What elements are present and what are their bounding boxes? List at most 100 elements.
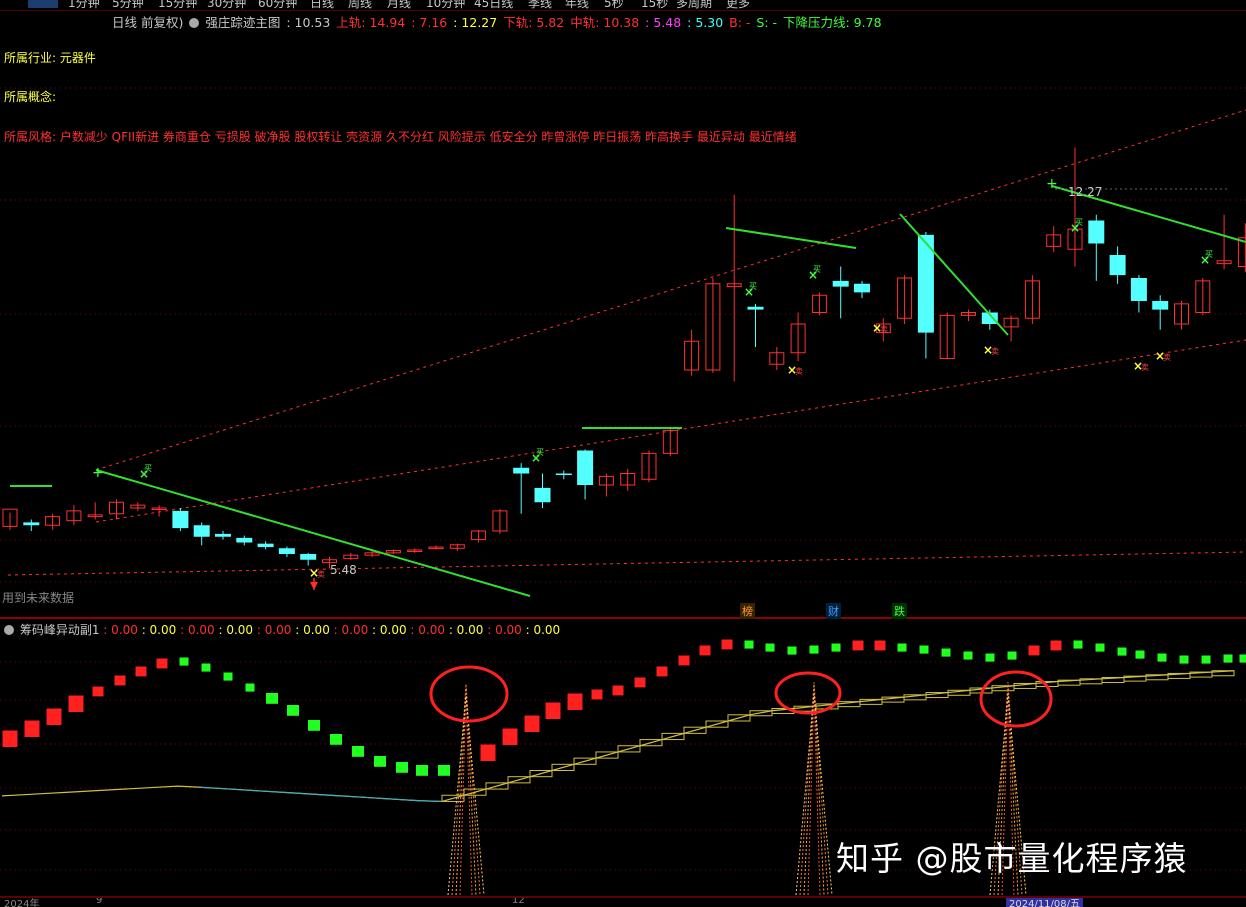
momentum-dot (92, 686, 104, 697)
sub-indicator-values: : 0.00 : 0.00 : 0.00 : 0.00 : 0.00 : 0.0… (103, 623, 560, 637)
candle-body (1130, 278, 1147, 301)
momentum-dot (744, 640, 754, 649)
momentum-dot (634, 677, 646, 688)
industry-label: 所属行业: (4, 51, 57, 65)
candle-body (23, 522, 40, 526)
watermark-text: 知乎 @股市量化程序猿 (836, 839, 1188, 878)
period-tab[interactable]: 1分钟 (68, 0, 100, 10)
momentum-dot (330, 734, 342, 745)
cross-marker-icon: + (1046, 176, 1058, 192)
momentum-dot (809, 645, 819, 654)
period-tab[interactable]: 30分钟 (207, 0, 246, 10)
momentum-dot (985, 653, 995, 662)
future-data-note: 用到未来数据 (2, 591, 75, 605)
high-price-label: 12.27 (1068, 185, 1103, 199)
sub-indicator-value: : 0.00 (176, 623, 215, 637)
event-marker-rank[interactable]: 榜 (740, 603, 755, 619)
middle-channel-line (95, 339, 1246, 523)
sub-indicator-toggle-icon[interactable] (4, 625, 14, 635)
momentum-dot (1135, 650, 1145, 659)
period-tab[interactable]: 多周期 (676, 0, 712, 10)
indicator-toggle-icon[interactable] (189, 18, 200, 28)
period-tab[interactable]: 月线 (387, 0, 411, 10)
sub-indicator-value: : 0.00 (329, 623, 369, 637)
period-tab[interactable]: 5分钟 (112, 0, 144, 10)
momentum-dot (135, 666, 147, 677)
momentum-dot (591, 689, 603, 700)
momentum-dot (1050, 640, 1062, 651)
momentum-dot (502, 728, 518, 745)
momentum-dot (1028, 645, 1040, 656)
momentum-dot (223, 672, 233, 681)
indicator-value: 中轨: 10.38 (570, 15, 644, 30)
indicator-value: 下降压力线: 9.78 (783, 15, 882, 30)
period-tab[interactable]: 年线 (565, 0, 589, 10)
momentum-dot (1095, 643, 1105, 652)
buy-marker-label: 买 (536, 448, 544, 457)
momentum-dot (1007, 651, 1017, 660)
period-tab[interactable]: 更多 (726, 0, 750, 10)
sub-indicator-value: : 0.00 (521, 623, 561, 637)
sub-indicator-name[interactable]: 筹码峰异动副1 (20, 623, 100, 637)
candle-body (278, 548, 295, 554)
momentum-dot (545, 702, 561, 719)
period-tab[interactable]: 10分钟 (426, 0, 465, 10)
momentum-dot (352, 746, 364, 757)
industry-info: 所属行业: 元器件 (4, 49, 96, 66)
momentum-dot (963, 651, 973, 660)
candle-body (534, 487, 551, 503)
sell-marker-label: 卖 (880, 325, 888, 334)
event-marker-finance[interactable]: 财 (826, 603, 841, 619)
sub-indicator-value: : 0.00 (214, 623, 254, 637)
period-tab[interactable]: 5秒 (604, 0, 624, 10)
period-label[interactable]: 日线 前复权) (0, 15, 183, 30)
indicator-values: : 10.53 上轨: 14.94 : 7.16 : 12.27 下轨: 5.8… (286, 15, 883, 30)
momentum-dot (1179, 655, 1189, 664)
candle-body (513, 467, 530, 474)
momentum-dot (941, 648, 951, 657)
momentum-dot (201, 663, 211, 672)
highlight-circle (979, 670, 1053, 728)
momentum-dot (396, 762, 408, 773)
momentum-dot (68, 695, 84, 712)
momentum-dot (374, 756, 386, 767)
indicator-name[interactable]: 强庄踪迹主图 (205, 15, 280, 30)
event-marker-drop[interactable]: 跌 (892, 603, 907, 619)
buy-marker-label: 买 (1075, 218, 1083, 227)
sub-indicator-value: : 0.00 (291, 623, 330, 637)
highlight-circle (429, 665, 509, 723)
momentum-dot (2, 730, 18, 747)
momentum-dot (1157, 653, 1167, 662)
period-tab[interactable]: 日线 (310, 0, 334, 10)
indicator-value: S: - (756, 15, 781, 30)
indicator-value: : 5.48 (645, 15, 686, 30)
period-tab[interactable]: 15分钟 (158, 0, 197, 10)
candle-body (832, 280, 849, 287)
momentum-dot (114, 675, 126, 686)
industry-value[interactable]: 元器件 (60, 51, 96, 65)
momentum-dot (156, 658, 168, 669)
lower-channel-line (7, 551, 1246, 576)
period-tab[interactable]: 45日线 (474, 0, 513, 10)
momentum-dot (245, 683, 255, 692)
indicator-value: : 10.53 (286, 15, 335, 30)
momentum-dot (416, 765, 428, 776)
period-tab[interactable]: 周线 (348, 0, 372, 10)
cross-marker-icon: + (92, 465, 104, 481)
sub-indicator-value: : 0.00 (445, 623, 484, 637)
momentum-dot (524, 715, 540, 732)
period-tab[interactable]: 60分钟 (258, 0, 297, 10)
buy-marker-label: 买 (1205, 250, 1213, 259)
momentum-dot (24, 720, 40, 737)
period-tab[interactable]: 季线 (528, 0, 552, 10)
sub-indicator-value: : 0.00 (406, 623, 445, 637)
momentum-dot (656, 666, 668, 677)
sub-indicator-value: : 0.00 (103, 623, 138, 637)
period-tab[interactable]: 15秒 (641, 0, 668, 10)
pressure-line (725, 227, 857, 249)
sub-indicator-value: : 0.00 (253, 623, 292, 637)
momentum-dot (1239, 654, 1246, 663)
candle-body (1088, 220, 1105, 244)
sell-marker-label: 卖 (991, 347, 999, 356)
momentum-dot (438, 765, 450, 776)
